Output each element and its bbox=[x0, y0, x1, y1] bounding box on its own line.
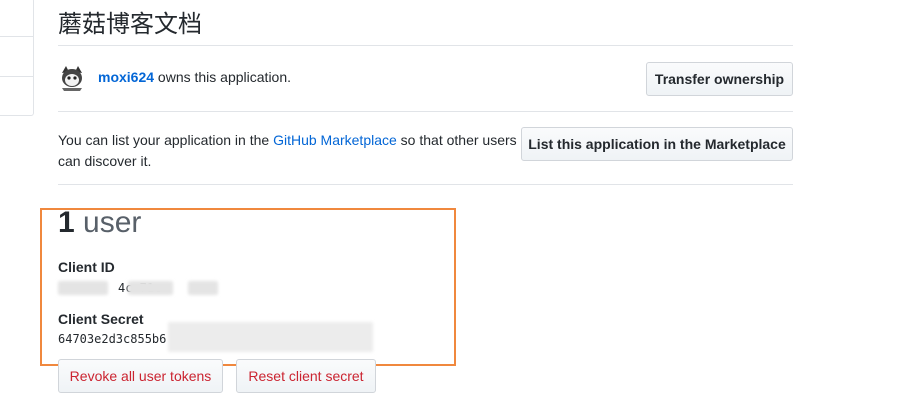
owner-suffix: owns this application. bbox=[154, 69, 292, 85]
owner-avatar[interactable] bbox=[58, 63, 86, 91]
highlight-box bbox=[40, 208, 456, 366]
revoke-user-tokens-button[interactable]: Revoke all user tokens bbox=[58, 359, 223, 393]
divider bbox=[58, 184, 793, 185]
sidebar-nav bbox=[0, 0, 34, 116]
page-title: 蘑菇博客文档 bbox=[58, 10, 202, 38]
divider bbox=[58, 111, 793, 112]
sidebar-divider bbox=[0, 76, 33, 77]
sidebar-divider bbox=[0, 36, 33, 37]
transfer-ownership-button[interactable]: Transfer ownership bbox=[646, 62, 793, 96]
reset-client-secret-button[interactable]: Reset client secret bbox=[236, 359, 376, 393]
marketplace-description: You can list your application in the Git… bbox=[58, 132, 517, 169]
owner-line: moxi624 owns this application. bbox=[98, 69, 291, 85]
marketplace-link[interactable]: GitHub Marketplace bbox=[273, 132, 397, 148]
list-in-marketplace-button[interactable]: List this application in the Marketplace bbox=[521, 127, 793, 161]
owner-link[interactable]: moxi624 bbox=[98, 69, 154, 85]
divider bbox=[58, 45, 793, 46]
